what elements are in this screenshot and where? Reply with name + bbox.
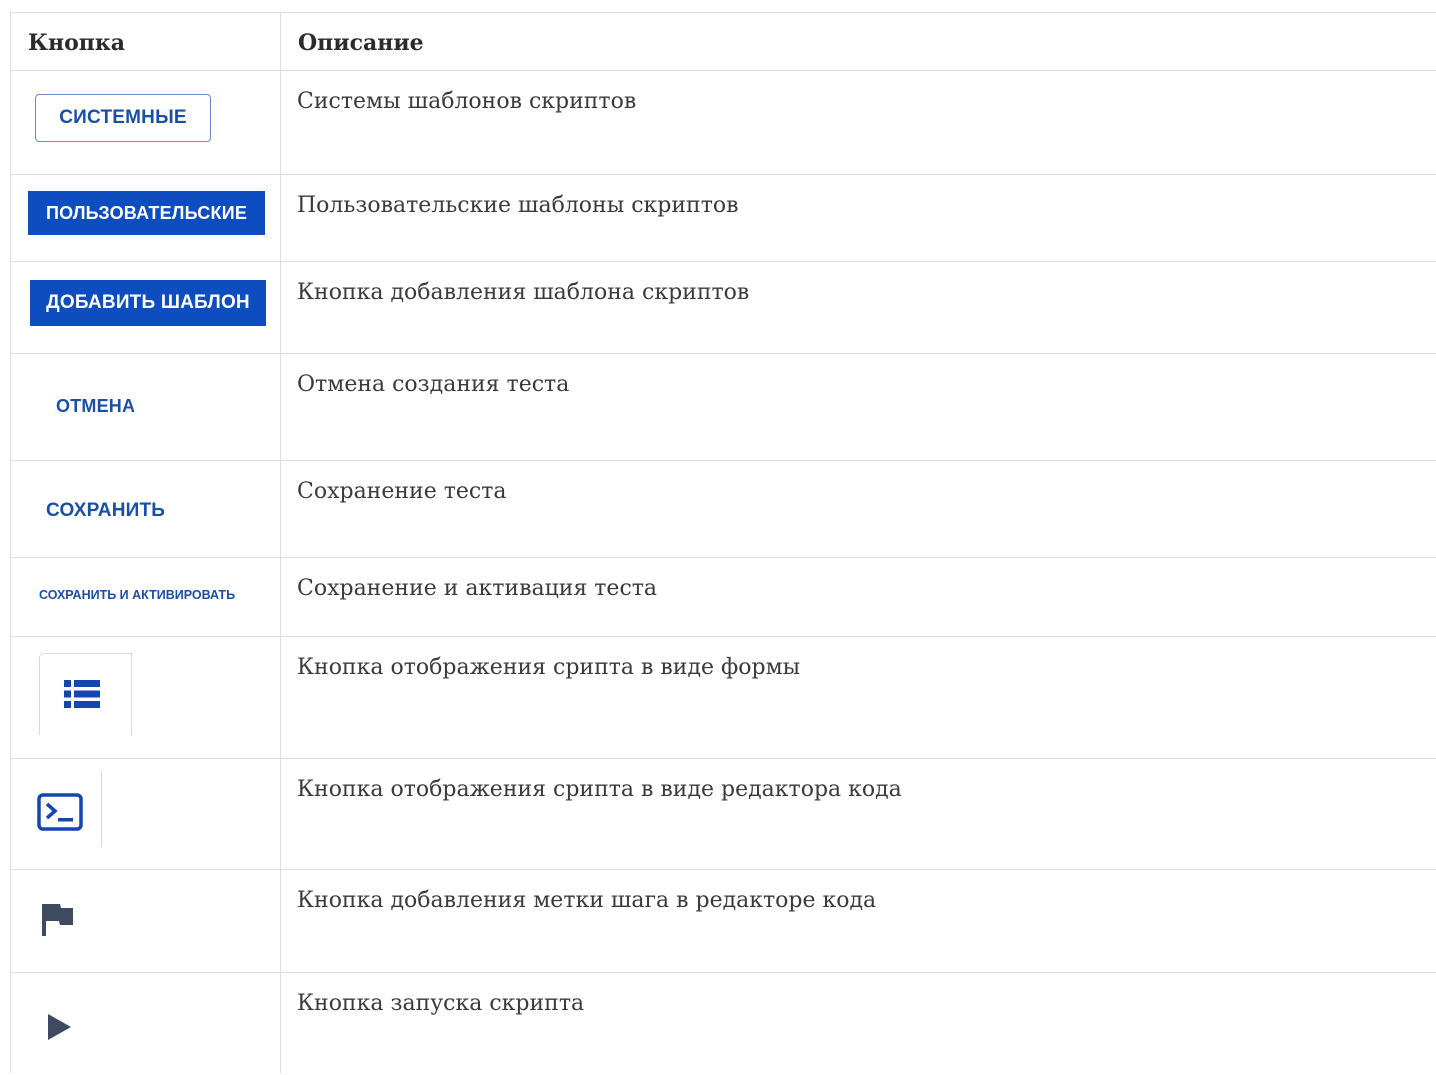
table-row: Кнопка отображения срипта в виде редакто… [9, 758, 1436, 870]
header-button: Кнопка [10, 12, 281, 71]
button-cell: СОХРАНИТЬ И АКТИВИРОВАТЬ [10, 557, 281, 637]
save-button[interactable]: СОХРАНИТЬ [46, 500, 165, 522]
button-cell: СОХРАНИТЬ [10, 460, 281, 558]
table-row: СОХРАНИТЬ И АКТИВИРОВАТЬ Сохранение и ак… [10, 557, 1436, 637]
table-row: СИСТЕМНЫЕ Системы шаблонов скриптов [10, 70, 1436, 175]
description-cell: Кнопка отображения срипта в виде редакто… [280, 758, 1436, 870]
flag-icon[interactable] [41, 902, 75, 938]
table-header-row: Кнопка Описание [10, 12, 1436, 71]
button-cell: ПОЛЬЗОВАТЕЛЬСКИЕ [10, 174, 281, 262]
system-templates-button[interactable]: СИСТЕМНЫЕ [35, 94, 211, 142]
description-cell: Сохранение и активация теста [280, 557, 1436, 637]
description-cell: Кнопка добавления шаблона скриптов [280, 261, 1436, 354]
description-cell: Кнопка отображения срипта в виде формы [280, 636, 1436, 759]
button-cell: ОТМЕНА [10, 353, 281, 461]
table-row: Кнопка добавления метки шага в редакторе… [10, 869, 1436, 973]
list-icon [64, 680, 100, 708]
code-view-tab[interactable] [9, 771, 102, 847]
header-description: Описание [280, 12, 1436, 71]
terminal-icon [37, 793, 83, 831]
button-cell [9, 758, 281, 870]
add-template-button[interactable]: ДОБАВИТЬ ШАБЛОН [30, 280, 266, 326]
table-row: ОТМЕНА Отмена создания теста [10, 353, 1436, 461]
description-cell: Сохранение теста [280, 460, 1436, 558]
table-row: Кнопка запуска скрипта [10, 972, 1436, 1073]
table-row: ДОБАВИТЬ ШАБЛОН Кнопка добавления шаблон… [10, 261, 1436, 354]
user-templates-button[interactable]: ПОЛЬЗОВАТЕЛЬСКИЕ [28, 191, 265, 235]
description-cell: Кнопка добавления метки шага в редакторе… [280, 869, 1436, 973]
cancel-button[interactable]: ОТМЕНА [56, 396, 135, 417]
description-cell: Пользовательские шаблоны скриптов [280, 174, 1436, 262]
button-cell [10, 869, 281, 973]
button-cell: ДОБАВИТЬ ШАБЛОН [10, 261, 281, 354]
description-cell: Системы шаблонов скриптов [280, 70, 1436, 175]
table-row: СОХРАНИТЬ Сохранение теста [10, 460, 1436, 558]
description-cell: Кнопка запуска скрипта [280, 972, 1436, 1073]
form-view-tab[interactable] [39, 653, 132, 735]
table-row: ПОЛЬЗОВАТЕЛЬСКИЕ Пользовательские шаблон… [10, 174, 1436, 262]
button-cell: СИСТЕМНЫЕ [10, 70, 281, 175]
play-icon[interactable] [47, 1013, 73, 1041]
button-cell [10, 636, 281, 759]
description-cell: Отмена создания теста [280, 353, 1436, 461]
button-cell [10, 972, 281, 1073]
table-row: Кнопка отображения срипта в виде формы [10, 636, 1436, 759]
buttons-reference-table: Кнопка Описание СИСТЕМНЫЕ Системы шаблон… [10, 12, 1436, 1073]
save-and-activate-button[interactable]: СОХРАНИТЬ И АКТИВИРОВАТЬ [39, 588, 235, 602]
